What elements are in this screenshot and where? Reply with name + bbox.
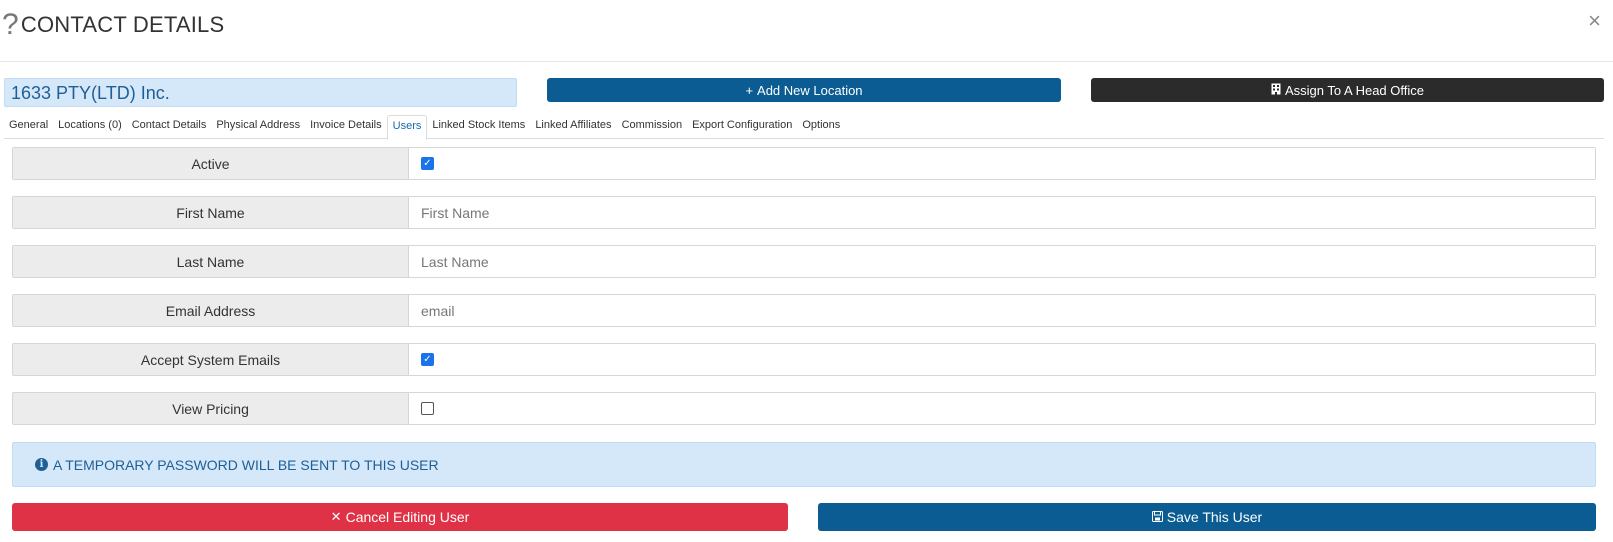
add-new-location-button[interactable]: + Add New Location <box>547 78 1061 102</box>
tab-locations[interactable]: Locations (0) <box>53 115 127 139</box>
accept-system-emails-label: Accept System Emails <box>13 344 409 375</box>
help-icon[interactable]: ? <box>2 10 19 40</box>
last-name-input[interactable] <box>421 253 1595 270</box>
active-checkbox[interactable]: ✓ <box>421 157 434 170</box>
email-row: Email Address <box>12 294 1596 327</box>
company-name-badge: 1633 PTY(LTD) Inc. <box>4 78 517 107</box>
accept-system-emails-checkbox[interactable]: ✓ <box>421 353 434 366</box>
add-new-location-label: Add New Location <box>757 82 863 98</box>
first-name-input[interactable] <box>421 204 1595 221</box>
cancel-editing-user-button[interactable]: ✕ Cancel Editing User <box>12 503 788 531</box>
tab-bar: General Locations (0) Contact Details Ph… <box>4 115 1604 140</box>
modal-title-text: CONTACT DETAILS <box>20 12 225 37</box>
tab-general[interactable]: General <box>4 115 53 139</box>
last-name-row: Last Name <box>12 245 1596 278</box>
tab-users[interactable]: Users <box>386 115 428 140</box>
cancel-editing-user-label: Cancel Editing User <box>345 509 470 525</box>
info-icon: i <box>35 458 48 471</box>
tab-invoice-details[interactable]: Invoice Details <box>305 115 387 139</box>
email-input[interactable] <box>421 302 1595 319</box>
view-pricing-row: View Pricing <box>12 392 1596 425</box>
active-row: Active ✓ <box>12 147 1596 180</box>
alert-text: A TEMPORARY PASSWORD WILL BE SENT TO THI… <box>53 456 439 473</box>
tab-linked-affiliates[interactable]: Linked Affiliates <box>530 115 616 139</box>
plus-icon: + <box>745 82 754 98</box>
close-icon: ✕ <box>330 509 342 524</box>
close-icon[interactable]: × <box>1588 10 1601 32</box>
save-this-user-label: Save This User <box>1166 509 1263 525</box>
first-name-label: First Name <box>13 197 409 228</box>
last-name-label: Last Name <box>13 246 409 277</box>
modal-header: ? CONTACT DETAILS × <box>0 0 1613 62</box>
tab-export-configuration[interactable]: Export Configuration <box>687 115 797 139</box>
assign-head-office-label: Assign To A Head Office <box>1285 82 1424 98</box>
assign-head-office-button[interactable]: Assign To A Head Office <box>1091 78 1604 102</box>
active-label: Active <box>13 148 409 179</box>
modal-title: ? CONTACT DETAILS <box>2 10 224 40</box>
building-icon <box>1271 83 1281 98</box>
save-this-user-button[interactable]: Save This User <box>818 503 1596 531</box>
tab-linked-stock-items[interactable]: Linked Stock Items <box>427 115 530 139</box>
save-icon <box>1151 510 1163 525</box>
first-name-row: First Name <box>12 196 1596 229</box>
tab-options[interactable]: Options <box>797 115 845 139</box>
tab-commission[interactable]: Commission <box>617 115 688 139</box>
view-pricing-label: View Pricing <box>13 393 409 424</box>
temporary-password-alert: i A TEMPORARY PASSWORD WILL BE SENT TO T… <box>12 442 1596 487</box>
tab-physical-address[interactable]: Physical Address <box>211 115 305 139</box>
accept-system-emails-row: Accept System Emails ✓ <box>12 343 1596 376</box>
view-pricing-checkbox[interactable] <box>421 402 434 415</box>
tab-contact-details[interactable]: Contact Details <box>127 115 212 139</box>
email-label: Email Address <box>13 295 409 326</box>
